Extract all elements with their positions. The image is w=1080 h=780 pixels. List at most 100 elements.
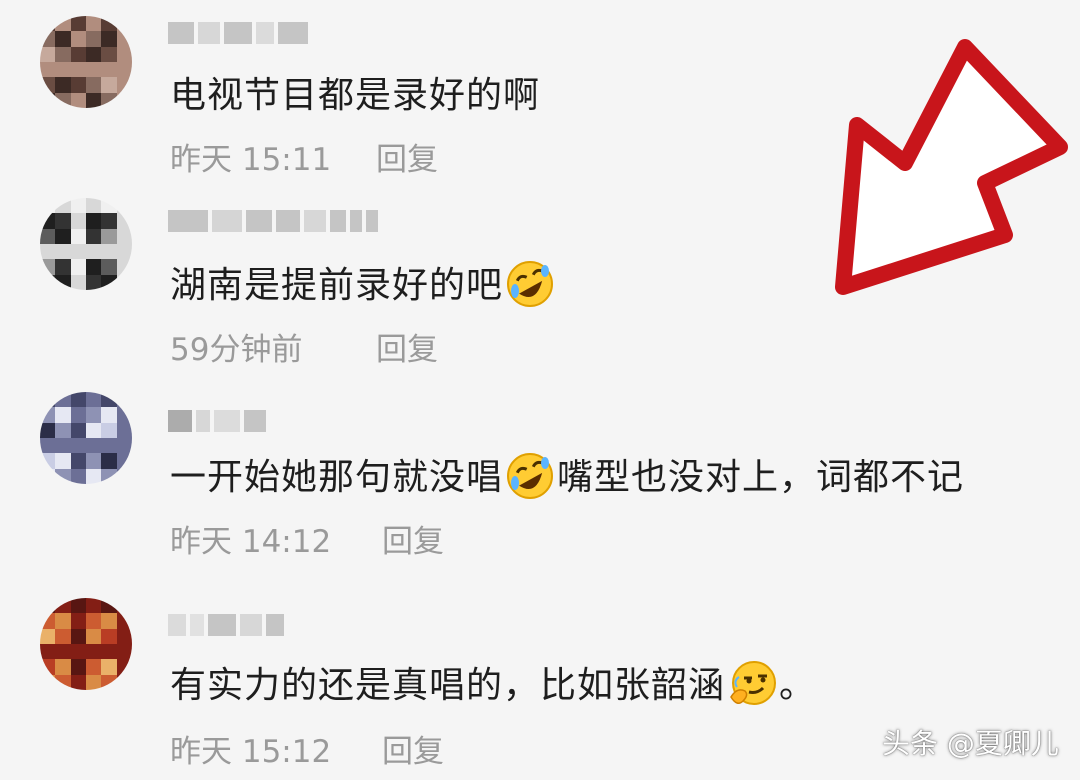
avatar-pixel (116, 407, 132, 423)
avatar-pixel (40, 46, 56, 62)
avatar-pixel (101, 628, 117, 644)
comment-time: 昨天 14:12 (170, 524, 332, 560)
avatar-pixel (70, 437, 86, 454)
avatar-pixel (55, 453, 71, 469)
avatar-pixel (40, 228, 56, 244)
avatar-pixel (55, 31, 71, 47)
avatar-pixel (70, 16, 86, 32)
avatar[interactable] (40, 16, 132, 108)
avatar-pixel (55, 613, 71, 629)
reply-button[interactable]: 回复 (376, 330, 438, 370)
avatar-pixel (101, 453, 117, 469)
avatar-pixel (40, 422, 56, 438)
avatar-pixel (116, 453, 132, 469)
avatar-pixel (55, 422, 71, 438)
reply-button[interactable]: 回复 (382, 732, 444, 772)
avatar-pixel (101, 468, 117, 484)
avatar-pixel (70, 453, 86, 469)
avatar-pixel (40, 613, 56, 629)
avatar-pixel (55, 598, 71, 614)
avatar-pixel (40, 674, 56, 690)
comment-text: 湖南是提前录好的吧 (170, 261, 557, 309)
avatar-pixel (101, 274, 117, 290)
avatar-pixel (40, 198, 56, 214)
avatar-pixel (85, 643, 102, 660)
avatar-pixel (116, 31, 132, 47)
reply-button[interactable]: 回复 (376, 140, 438, 180)
rolling-laughing-emoji (507, 261, 554, 307)
avatar-pixel (55, 274, 71, 290)
avatar-pixel (40, 16, 56, 32)
avatar-pixel (116, 77, 132, 93)
avatar-pixel (101, 613, 117, 629)
avatar-pixel (85, 628, 102, 644)
avatar-pixel (116, 422, 132, 438)
avatar-pixel (40, 659, 56, 675)
avatar[interactable] (40, 392, 132, 484)
avatar-pixel (85, 77, 102, 93)
avatar-pixel (116, 16, 132, 32)
avatar-pixel (55, 243, 71, 260)
avatar-pixel (70, 422, 86, 438)
avatar-pixel (40, 61, 56, 78)
avatar-pixel (116, 259, 132, 275)
username-blurred[interactable] (168, 20, 308, 46)
avatar-pixel (101, 213, 117, 229)
comment-time: 59分钟前 (170, 332, 303, 368)
avatar-pixel (101, 422, 117, 438)
avatar-pixel (85, 259, 102, 275)
avatar-pixel (70, 92, 86, 108)
comment-time: 昨天 15:11 (170, 142, 332, 178)
avatar-pixel (55, 659, 71, 675)
comment-meta: 昨天 15:12 回复 (170, 732, 444, 772)
avatar-pixel (40, 213, 56, 229)
avatar-pixel (40, 274, 56, 290)
avatar-pixel (85, 274, 102, 290)
avatar-pixel (85, 437, 102, 454)
avatar-pixel (70, 61, 86, 78)
avatar-pixel (116, 659, 132, 675)
avatar-pixel (85, 392, 102, 408)
comment-meta: 昨天 14:12 回复 (170, 522, 444, 562)
avatar[interactable] (40, 598, 132, 690)
avatar-pixel (101, 46, 117, 62)
thinking-smirk-emoji (730, 661, 777, 705)
avatar-pixel (101, 243, 117, 260)
avatar-pixel (116, 628, 132, 644)
avatar-pixel (116, 274, 132, 290)
avatar-pixel (101, 643, 117, 660)
avatar-pixel (40, 453, 56, 469)
avatar[interactable] (40, 198, 132, 290)
username-blurred[interactable] (168, 208, 378, 234)
avatar-pixel (101, 392, 117, 408)
avatar-pixel (85, 61, 102, 78)
avatar-pixel (101, 674, 117, 690)
username-blurred[interactable] (168, 612, 284, 638)
avatar-pixel (70, 213, 86, 229)
reply-button[interactable]: 回复 (382, 522, 444, 562)
avatar-pixel (116, 228, 132, 244)
avatar-pixel (40, 407, 56, 423)
avatar-pixel (85, 198, 102, 214)
avatar-pixel (40, 92, 56, 108)
avatar-pixel (116, 643, 132, 660)
avatar-pixel (70, 407, 86, 423)
avatar-pixel (55, 259, 71, 275)
avatar-pixel (40, 77, 56, 93)
avatar-pixel (40, 643, 56, 660)
avatar-pixel (101, 407, 117, 423)
avatar-pixel (116, 437, 132, 454)
avatar-pixel (85, 613, 102, 629)
comment-text: 有实力的还是真唱的，比如张韶涵 。 (170, 661, 816, 709)
avatar-pixel (40, 628, 56, 644)
avatar-pixel (70, 674, 86, 690)
avatar-pixel (101, 259, 117, 275)
rolling-laughing-emoji (507, 453, 554, 499)
avatar-pixel (116, 46, 132, 62)
avatar-pixel (55, 468, 71, 484)
avatar-pixel (70, 392, 86, 408)
avatar-pixel (85, 422, 102, 438)
username-blurred[interactable] (168, 408, 266, 434)
avatar-pixel (85, 213, 102, 229)
avatar-pixel (70, 198, 86, 214)
